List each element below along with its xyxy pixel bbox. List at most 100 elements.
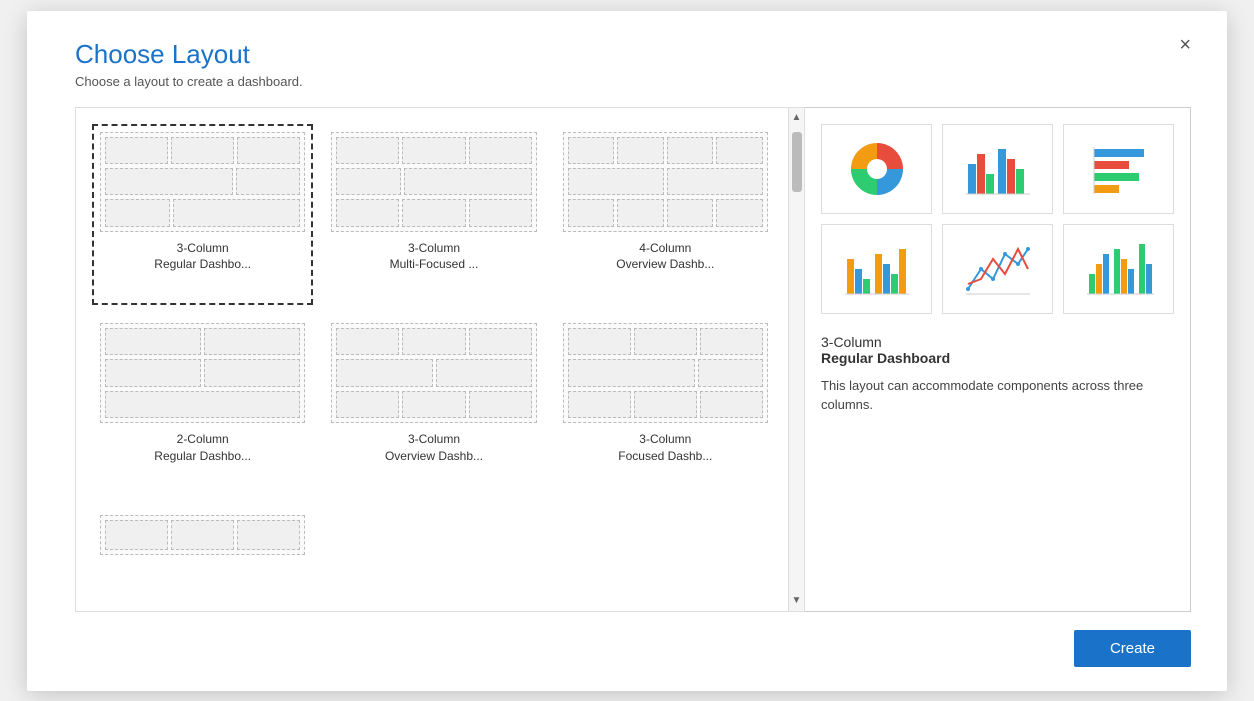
thumb-cell [634, 391, 697, 418]
thumb-cell [204, 359, 300, 386]
scroll-up-button[interactable]: ▲ [789, 108, 805, 128]
layout-label-3col-regular: 3-ColumnRegular Dashbo... [154, 240, 251, 274]
thumb-cell [698, 359, 763, 386]
preview-panel: 3-Column Regular Dashboard This layout c… [805, 107, 1191, 612]
dialog-body: 3-ColumnRegular Dashbo... [75, 107, 1191, 612]
thumb-cell [568, 328, 631, 355]
create-button[interactable]: Create [1074, 630, 1191, 667]
preview-chart-bar [942, 124, 1053, 214]
thumb-cell [336, 391, 399, 418]
thumb-cell [667, 137, 714, 164]
layout-item-3col-focused[interactable]: 3-ColumnFocused Dashb... [555, 315, 776, 496]
preview-info: 3-Column Regular Dashboard This layout c… [821, 334, 1174, 415]
pie-chart-svg [847, 139, 907, 199]
preview-chart-pie [821, 124, 932, 214]
layout-item-2col-regular[interactable]: 2-ColumnRegular Dashbo... [92, 315, 313, 496]
dialog-header: Choose Layout Choose a layout to create … [75, 39, 1191, 89]
thumb-cell [173, 199, 301, 226]
layout-thumbnail-3col-focused [563, 323, 768, 423]
thumb-cell [667, 199, 714, 226]
thumb-cell [236, 168, 301, 195]
thumb-cell [336, 168, 401, 195]
layout-grid-area: 3-ColumnRegular Dashbo... [75, 107, 805, 612]
thumb-cell [716, 199, 763, 226]
thumb-cell [469, 137, 532, 164]
layout-label-3col-multifocused: 3-ColumnMulti-Focused ... [390, 240, 479, 274]
thumb-cell [105, 168, 233, 195]
preview-description: This layout can accommodate components a… [821, 376, 1174, 415]
thumb-cell [667, 168, 763, 195]
layout-item-3col-overview[interactable]: 3-ColumnOverview Dashb... [323, 315, 544, 496]
preview-chart-hbar [1063, 124, 1174, 214]
thumb-cell [204, 328, 300, 355]
layout-label-4col-overview: 4-ColumnOverview Dashb... [616, 240, 714, 274]
bar-chart-svg [963, 139, 1033, 199]
thumb-cell [700, 328, 763, 355]
thumb-cell [402, 199, 465, 226]
thumb-cell [105, 391, 300, 418]
line-chart-svg [963, 239, 1033, 299]
thumb-cell [469, 391, 532, 418]
thumb-cell [568, 137, 615, 164]
thumb-cell [105, 359, 201, 386]
thumb-cell [568, 168, 664, 195]
scroll-thumb [792, 132, 802, 192]
thumb-cell [716, 137, 763, 164]
thumb-cell [105, 199, 170, 226]
preview-chart-line [942, 224, 1053, 314]
close-button[interactable]: × [1171, 31, 1199, 59]
thumb-cell [404, 168, 532, 195]
thumb-cell [402, 137, 465, 164]
thumb-cell [171, 520, 234, 550]
layout-item-3col-regular[interactable]: 3-ColumnRegular Dashbo... [92, 124, 313, 305]
grouped-chart-svg [842, 239, 912, 299]
layout-item-partial[interactable] [92, 507, 313, 595]
thumb-cell [105, 520, 168, 550]
preview-layout-name: Regular Dashboard [821, 350, 1174, 366]
layout-label-3col-focused: 3-ColumnFocused Dashb... [618, 431, 712, 465]
layout-thumbnail-3col-overview [331, 323, 536, 423]
thumb-cell [634, 328, 697, 355]
thumb-cell [568, 199, 615, 226]
thumb-cell [402, 391, 465, 418]
thumb-cell [402, 328, 465, 355]
layout-item-4col-overview[interactable]: 4-ColumnOverview Dashb... [555, 124, 776, 305]
thumb-cell [568, 391, 631, 418]
thumb-cell [469, 328, 532, 355]
thumb-cell [171, 137, 234, 164]
multibar-chart-svg [1084, 239, 1154, 299]
layout-label-3col-overview: 3-ColumnOverview Dashb... [385, 431, 483, 465]
preview-charts [821, 124, 1174, 314]
hbar-chart-svg [1084, 144, 1154, 194]
preview-chart-multibar [1063, 224, 1174, 314]
thumb-cell [336, 359, 432, 386]
layout-thumbnail-3col-regular [100, 132, 305, 232]
layout-grid: 3-ColumnRegular Dashbo... [76, 108, 804, 611]
thumb-cell [617, 199, 664, 226]
scroll-down-button[interactable]: ▼ [789, 591, 805, 611]
choose-layout-dialog: Choose Layout Choose a layout to create … [27, 11, 1227, 691]
thumb-cell [617, 137, 664, 164]
thumb-cell [105, 328, 201, 355]
layout-item-3col-multifocused[interactable]: 3-ColumnMulti-Focused ... [323, 124, 544, 305]
layout-thumbnail-2col-regular [100, 323, 305, 423]
dialog-subtitle: Choose a layout to create a dashboard. [75, 74, 1191, 89]
scrollbar-track: ▲ ▼ [788, 108, 804, 611]
dialog-footer: Create [75, 612, 1191, 667]
thumb-cell [700, 391, 763, 418]
layout-label-2col-regular: 2-ColumnRegular Dashbo... [154, 431, 251, 465]
thumb-cell [336, 199, 399, 226]
preview-layout-type: 3-Column [821, 334, 1174, 350]
thumb-cell [336, 328, 399, 355]
thumb-cell [336, 137, 399, 164]
thumb-cell [237, 137, 300, 164]
layout-thumbnail-4col-overview [563, 132, 768, 232]
thumb-cell [105, 137, 168, 164]
thumb-cell [436, 359, 532, 386]
layout-thumbnail-3col-multifocused [331, 132, 536, 232]
layout-thumbnail-partial [100, 515, 305, 555]
thumb-cell [469, 199, 532, 226]
thumb-cell [237, 520, 300, 550]
preview-chart-grouped [821, 224, 932, 314]
thumb-cell [568, 359, 696, 386]
